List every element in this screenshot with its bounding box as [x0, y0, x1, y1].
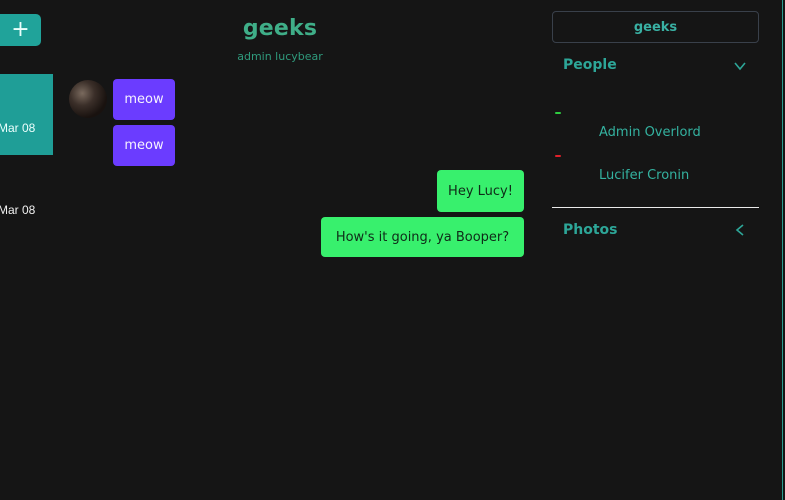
photos-section-header[interactable]: Photos [563, 222, 618, 238]
message-bubble-outgoing[interactable]: Hey Lucy! [437, 170, 524, 212]
date-marker-highlighted[interactable]: Mar 08 [0, 74, 53, 155]
section-divider [552, 207, 759, 208]
room-title: geeks [242, 16, 318, 41]
date-marker: Mar 08 [0, 203, 36, 217]
person-item[interactable]: Lucifer Cronin [599, 168, 689, 183]
offline-status-icon [555, 155, 561, 157]
message-bubble-incoming[interactable]: meow [113, 125, 175, 166]
room-search-input[interactable]: geeks [552, 11, 759, 43]
search-value: geeks [633, 19, 678, 35]
chevron-down-icon[interactable] [733, 59, 747, 73]
plus-icon: + [11, 17, 30, 42]
date-label: Mar 08 [0, 121, 36, 135]
room-members: admin lucybear [237, 50, 323, 63]
person-item[interactable]: Admin Overlord [599, 125, 701, 140]
message-bubble-incoming[interactable]: meow [113, 79, 175, 120]
avatar[interactable] [69, 80, 107, 118]
window-edge [782, 0, 783, 500]
chat-app: + geeks admin lucybear Mar 08 Mar 08 meo… [0, 0, 785, 500]
add-button[interactable]: + [0, 14, 41, 46]
chevron-left-icon[interactable] [733, 223, 747, 237]
message-bubble-outgoing[interactable]: How's it going, ya Booper? [321, 217, 524, 257]
online-status-icon [555, 112, 561, 114]
people-section-header[interactable]: People [563, 57, 617, 73]
